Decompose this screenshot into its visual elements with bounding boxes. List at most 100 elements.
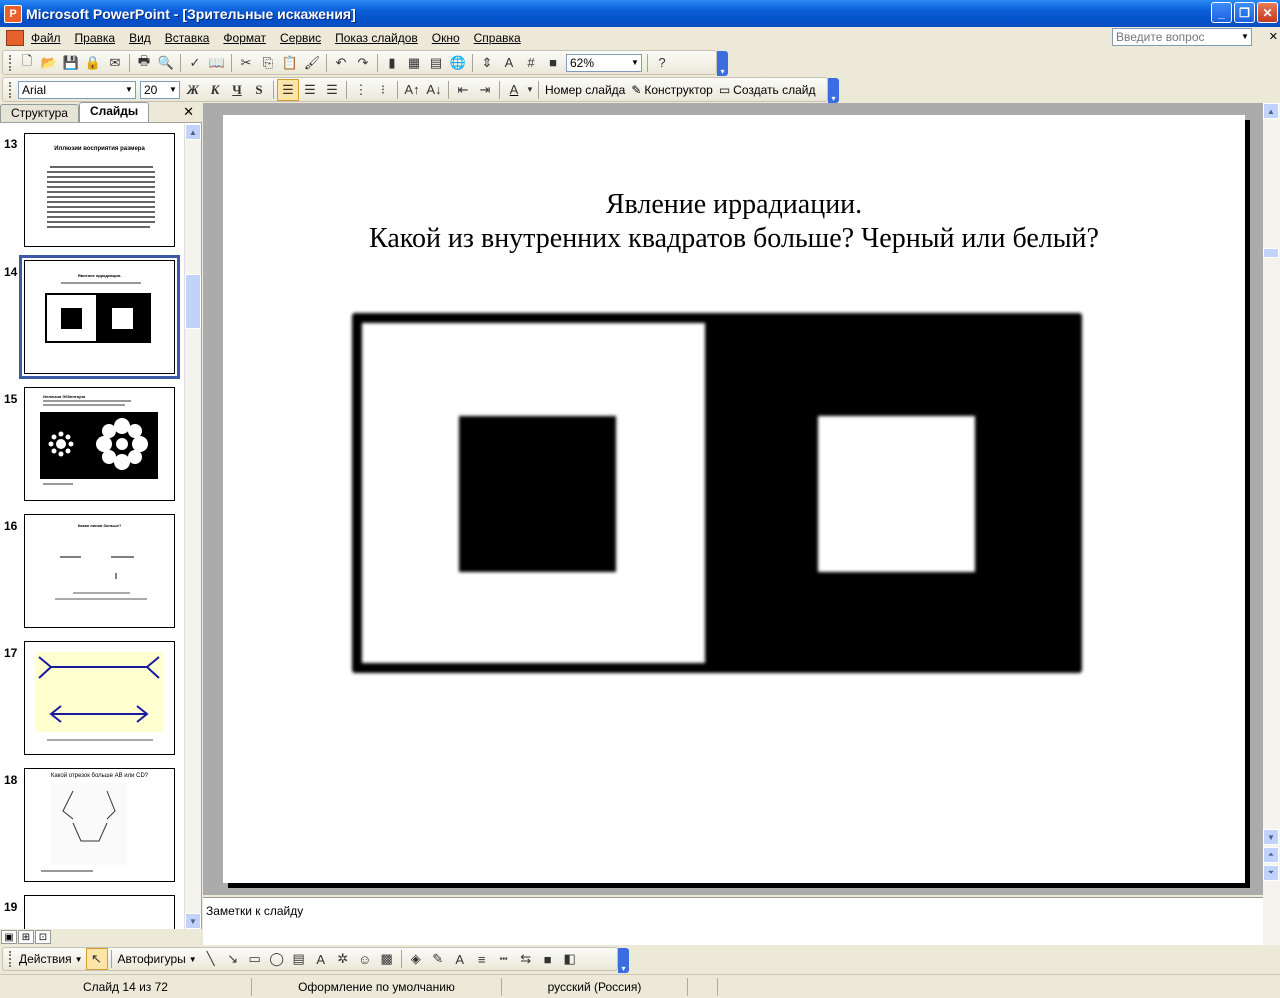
- wordart-icon[interactable]: A: [310, 948, 332, 970]
- actions-menu[interactable]: Действия ▼: [16, 952, 86, 966]
- align-center-icon[interactable]: ☰: [299, 79, 321, 101]
- paste-icon[interactable]: 📋: [279, 52, 301, 74]
- textbox-icon[interactable]: ▤: [288, 948, 310, 970]
- help-search-input[interactable]: Введите вопрос ▼: [1112, 28, 1252, 46]
- save-icon[interactable]: 💾: [60, 52, 82, 74]
- toolbar-grip[interactable]: [9, 951, 12, 967]
- menu-window[interactable]: Окно: [425, 27, 467, 49]
- expand-icon[interactable]: ⇕: [476, 52, 498, 74]
- show-formatting-icon[interactable]: A: [498, 52, 520, 74]
- table-icon[interactable]: ▦: [403, 52, 425, 74]
- new-slide-button[interactable]: ▭ Создать слайд: [716, 83, 819, 97]
- slide-number-button[interactable]: Номер слайда: [542, 83, 628, 97]
- shadow-button[interactable]: S: [248, 79, 270, 101]
- fill-color-icon[interactable]: ◈: [405, 948, 427, 970]
- scrollbar-thumb[interactable]: [185, 274, 201, 329]
- tables-borders-icon[interactable]: ▤: [425, 52, 447, 74]
- scroll-up-icon[interactable]: ▲: [185, 124, 201, 140]
- oval-icon[interactable]: ◯: [266, 948, 288, 970]
- slide-scrollbar[interactable]: ▲ ▼ ⏶ ⏷: [1263, 103, 1280, 945]
- current-slide[interactable]: Явление иррадиации. Какой из внутренних …: [223, 115, 1245, 883]
- document-icon[interactable]: [6, 30, 24, 46]
- toolbar-options-icon[interactable]: ▾: [618, 948, 629, 973]
- toolbar-options-icon[interactable]: ▾: [828, 78, 839, 103]
- research-icon[interactable]: 📖: [206, 52, 228, 74]
- bold-button[interactable]: Ж: [182, 79, 204, 101]
- notes-pane[interactable]: Заметки к слайду: [203, 897, 1263, 945]
- 3d-style-icon[interactable]: ◧: [559, 948, 581, 970]
- copy-icon[interactable]: ⎘: [257, 52, 279, 74]
- grid-icon[interactable]: #: [520, 52, 542, 74]
- print-icon[interactable]: 🖶: [133, 52, 155, 74]
- scroll-up-icon[interactable]: ▲: [1263, 103, 1279, 119]
- font-color-icon[interactable]: A: [503, 79, 525, 101]
- undo-icon[interactable]: ↶: [330, 52, 352, 74]
- permission-icon[interactable]: 🔒: [82, 52, 104, 74]
- menu-insert[interactable]: Вставка: [158, 27, 217, 49]
- clipart-icon[interactable]: ☺: [354, 948, 376, 970]
- previous-slide-icon[interactable]: ⏶: [1263, 847, 1279, 863]
- document-close-icon[interactable]: ✕: [1269, 30, 1278, 43]
- slide-thumbnail-16[interactable]: Какая линия больше?: [24, 514, 175, 628]
- chevron-down-icon[interactable]: ▼: [123, 82, 135, 98]
- spelling-icon[interactable]: ✓: [184, 52, 206, 74]
- chevron-down-icon[interactable]: ▼: [525, 79, 535, 101]
- menu-help[interactable]: Справка: [467, 27, 528, 49]
- next-slide-icon[interactable]: ⏷: [1263, 865, 1279, 881]
- toolbar-grip[interactable]: [9, 81, 12, 98]
- decrease-indent-icon[interactable]: ⇤: [452, 79, 474, 101]
- diagram-icon[interactable]: ✲: [332, 948, 354, 970]
- help-icon[interactable]: ?: [651, 52, 673, 74]
- zoom-select[interactable]: 62% ▼: [566, 53, 642, 72]
- chart-icon[interactable]: ▮: [381, 52, 403, 74]
- line-style-icon[interactable]: ≡: [471, 948, 493, 970]
- irradiation-illusion-image[interactable]: [352, 313, 1082, 673]
- slide-title[interactable]: Явление иррадиации. Какой из внутренних …: [223, 188, 1245, 256]
- slide-thumbnail-13[interactable]: Иллюзии восприятия размера: [24, 133, 175, 247]
- numbering-icon[interactable]: ⋮: [350, 79, 372, 101]
- close-icon[interactable]: ✕: [183, 104, 194, 120]
- line-color-icon[interactable]: ✎: [427, 948, 449, 970]
- chevron-down-icon[interactable]: ▼: [167, 82, 179, 98]
- slideshow-icon[interactable]: ⊡: [35, 930, 51, 944]
- print-preview-icon[interactable]: 🔍: [155, 52, 177, 74]
- minimize-button[interactable]: _: [1211, 2, 1232, 23]
- maximize-button[interactable]: ❐: [1234, 2, 1255, 23]
- designer-button[interactable]: ✎ Конструктор: [628, 83, 715, 97]
- slide-thumbnail-19[interactable]: [24, 895, 175, 929]
- align-left-icon[interactable]: ☰: [277, 78, 299, 101]
- font-select[interactable]: Arial ▼: [18, 80, 136, 99]
- slide-thumbnail-18[interactable]: Какой отрезок больше AB или CD?: [24, 768, 175, 882]
- slide-thumbnail-15[interactable]: Иллюзия Эббингауза: [24, 387, 175, 501]
- toolbar-grip[interactable]: [9, 54, 12, 71]
- color-grayscale-icon[interactable]: ■: [542, 52, 564, 74]
- format-painter-icon[interactable]: 🖌: [301, 52, 323, 74]
- rectangle-icon[interactable]: ▭: [244, 948, 266, 970]
- menu-format[interactable]: Формат: [216, 27, 273, 49]
- tab-outline[interactable]: Структура: [0, 104, 79, 122]
- tab-slides[interactable]: Слайды: [78, 102, 150, 122]
- scroll-down-icon[interactable]: ▼: [1263, 829, 1279, 845]
- italic-button[interactable]: К: [204, 79, 226, 101]
- scroll-down-icon[interactable]: ▼: [185, 913, 201, 929]
- slide-sorter-icon[interactable]: ⊞: [18, 930, 34, 944]
- status-design[interactable]: Оформление по умолчанию: [252, 977, 502, 996]
- scrollbar-thumb[interactable]: [1263, 248, 1279, 258]
- decrease-font-icon[interactable]: A↓: [423, 79, 445, 101]
- normal-view-icon[interactable]: ▣: [1, 930, 17, 944]
- close-button[interactable]: ✕: [1257, 2, 1278, 23]
- dash-style-icon[interactable]: ┅: [493, 948, 515, 970]
- slide-thumbnail-14[interactable]: Явление иррадиации.: [19, 255, 180, 379]
- shadow-style-icon[interactable]: ■: [537, 948, 559, 970]
- slide-thumbnail-17[interactable]: [24, 641, 175, 755]
- chevron-down-icon[interactable]: ▼: [629, 55, 641, 71]
- thumbnails-scrollbar[interactable]: ▲ ▼: [184, 124, 201, 929]
- toolbar-options-icon[interactable]: ▾: [717, 51, 728, 76]
- new-icon[interactable]: 🗋: [16, 52, 38, 74]
- arrow-style-icon[interactable]: ⇆: [515, 948, 537, 970]
- select-objects-icon[interactable]: ↖: [85, 948, 108, 970]
- increase-indent-icon[interactable]: ⇥: [474, 79, 496, 101]
- menu-file[interactable]: Файл: [24, 27, 68, 49]
- font-color-icon[interactable]: A: [449, 948, 471, 970]
- bullets-icon[interactable]: ⁝: [372, 79, 394, 101]
